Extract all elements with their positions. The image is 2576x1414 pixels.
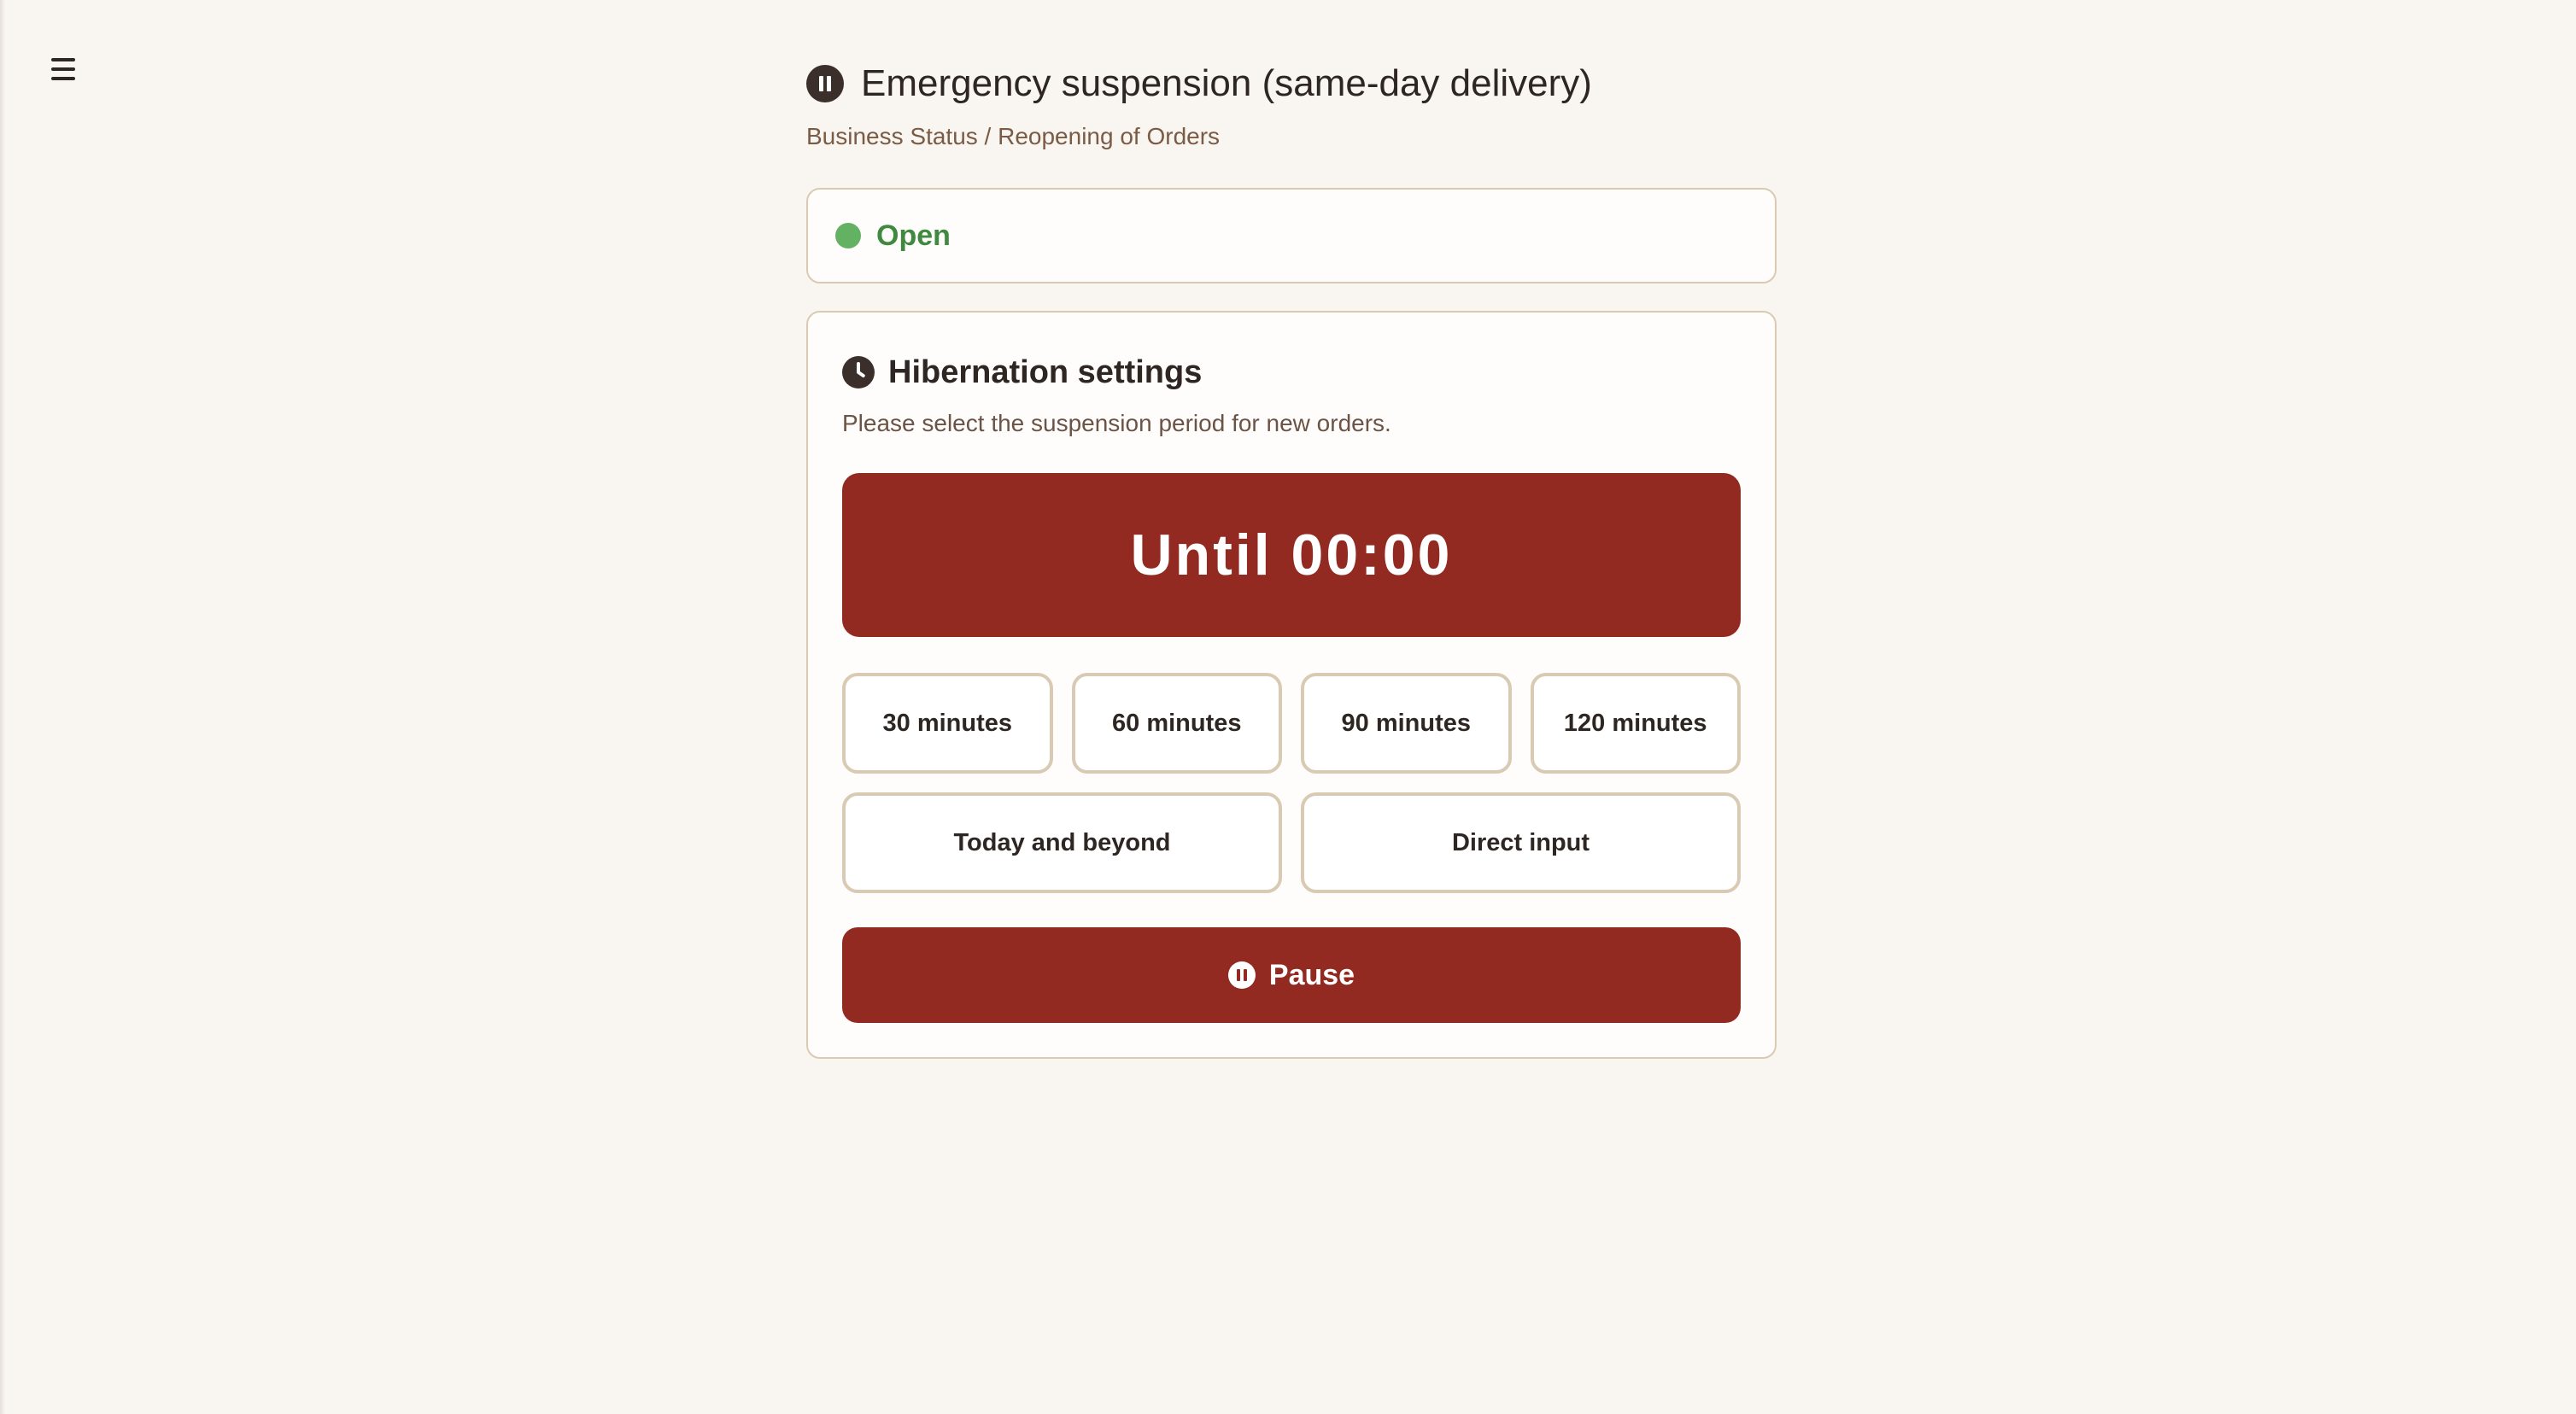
duration-options-row: 30 minutes 60 minutes 90 minutes 120 min… <box>842 673 1741 774</box>
hamburger-menu-icon[interactable] <box>51 58 75 80</box>
extended-options-row: Today and beyond Direct input <box>842 792 1741 893</box>
pause-circle-icon <box>1227 961 1256 989</box>
option-90-minutes-button[interactable]: 90 minutes <box>1301 673 1512 774</box>
selected-period-display: Until 00:00 <box>842 473 1741 637</box>
pause-button-label: Pause <box>1268 958 1355 991</box>
pause-circle-icon <box>806 65 844 102</box>
clock-icon <box>842 356 875 389</box>
section-description: Please select the suspension period for … <box>842 410 1391 436</box>
window-edge <box>0 0 5 1414</box>
hibernation-settings-card: Hibernation settings Please select the s… <box>806 311 1777 1059</box>
page-header: Emergency suspension (same-day delivery) <box>806 61 1777 106</box>
section-title: Hibernation settings <box>888 354 1203 390</box>
page-title: Emergency suspension (same-day delivery) <box>861 62 1592 104</box>
section-header: Hibernation settings <box>842 354 1741 391</box>
main-content: Emergency suspension (same-day delivery)… <box>806 61 1777 1059</box>
option-60-minutes-button[interactable]: 60 minutes <box>1071 673 1282 774</box>
status-card: Open <box>806 188 1777 283</box>
status-label: Open <box>876 219 951 252</box>
option-today-and-beyond-button[interactable]: Today and beyond <box>842 792 1282 893</box>
option-30-minutes-button[interactable]: 30 minutes <box>842 673 1053 774</box>
status-dot-icon <box>835 223 861 248</box>
breadcrumb: Business Status / Reopening of Orders <box>806 123 1221 149</box>
option-120-minutes-button[interactable]: 120 minutes <box>1530 673 1741 774</box>
pause-button[interactable]: Pause <box>842 927 1741 1023</box>
option-direct-input-button[interactable]: Direct input <box>1301 792 1741 893</box>
